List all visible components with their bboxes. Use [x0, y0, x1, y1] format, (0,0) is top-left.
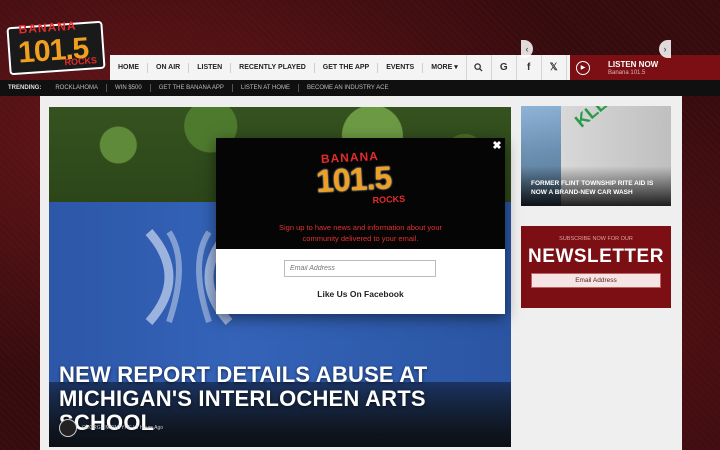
- modal-message: Sign up to have news and information abo…: [256, 222, 465, 244]
- modal-message-line: Sign up to have news and information abo…: [278, 223, 443, 232]
- modal-message-line: community delivered to your email.: [302, 234, 419, 243]
- modal-logo-text-bottom: ROCKS: [372, 193, 406, 206]
- modal-logo: BANANA 101.5 ROCKS: [307, 149, 413, 206]
- close-icon[interactable]: ✖: [491, 140, 503, 152]
- modal-header: ✖ BANANA 101.5 ROCKS Sign up to have new…: [216, 138, 505, 249]
- signup-modal: ✖ BANANA 101.5 ROCKS Sign up to have new…: [216, 138, 505, 314]
- like-us-facebook-link[interactable]: Like Us On Facebook: [256, 289, 465, 299]
- modal-email-input[interactable]: [284, 260, 436, 277]
